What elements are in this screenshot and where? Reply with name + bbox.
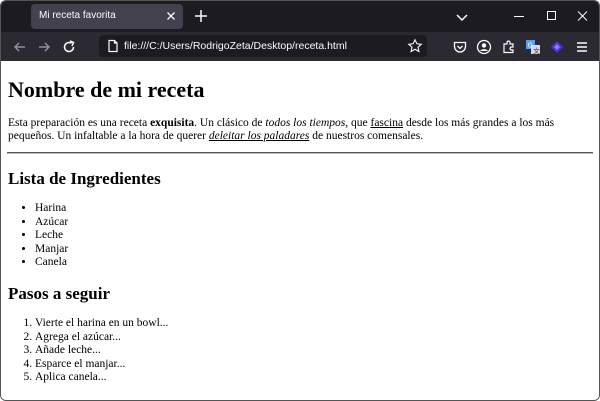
list-item: Azúcar bbox=[35, 216, 68, 230]
list-item: Leche bbox=[35, 229, 68, 243]
steps-list: Vierte el harina en un bowl... Agrega el… bbox=[1, 317, 168, 385]
intro-italic: todos los tiempos bbox=[265, 117, 346, 129]
list-item: Vierte el harina en un bowl... bbox=[35, 317, 168, 331]
minimize-icon[interactable] bbox=[501, 1, 537, 32]
ingredients-list: Harina Azúcar Leche Manjar Canela bbox=[1, 202, 68, 270]
extension-shape-icon[interactable] bbox=[548, 38, 566, 56]
tab-mi-receta[interactable]: Mi receta favorita bbox=[31, 4, 183, 29]
back-arrow-icon[interactable] bbox=[11, 38, 29, 56]
pocket-icon[interactable] bbox=[451, 38, 469, 56]
browser-window: Mi receta favorita file:///C:/Users/Rodr… bbox=[0, 0, 600, 401]
list-item: Añade leche... bbox=[35, 344, 168, 358]
forward-arrow-icon[interactable] bbox=[35, 38, 53, 56]
translate-icon[interactable]: G文 bbox=[524, 38, 542, 56]
url-text[interactable]: file:///C:/Users/RodrigoZeta/Desktop/rec… bbox=[124, 40, 347, 52]
svg-text:文: 文 bbox=[533, 46, 540, 55]
bookmark-star-icon[interactable] bbox=[407, 38, 423, 54]
horizontal-rule bbox=[7, 152, 593, 154]
page-content: Nombre de mi receta Esta preparación es … bbox=[1, 61, 599, 400]
tab-bar: Mi receta favorita bbox=[1, 1, 599, 32]
close-window-icon[interactable] bbox=[565, 1, 599, 32]
intro-bold: exquisita bbox=[150, 117, 195, 129]
intro-text: de nuestros comensales. bbox=[309, 130, 424, 142]
menu-hamburger-icon[interactable] bbox=[573, 38, 591, 56]
new-tab-icon[interactable] bbox=[192, 7, 210, 25]
extensions-icon[interactable] bbox=[500, 38, 518, 56]
list-item: Agrega el azúcar... bbox=[35, 331, 168, 345]
close-tab-icon[interactable] bbox=[163, 8, 179, 24]
steps-heading: Pasos a seguir bbox=[8, 284, 110, 303]
intro-paragraph: Esta preparación es una receta exquisita… bbox=[8, 117, 596, 143]
address-bar[interactable]: file:///C:/Users/RodrigoZeta/Desktop/rec… bbox=[99, 35, 427, 57]
page-title: Nombre de mi receta bbox=[8, 77, 205, 102]
reload-icon[interactable] bbox=[60, 38, 78, 56]
list-item: Aplica canela... bbox=[35, 371, 168, 385]
list-item: Canela bbox=[35, 256, 68, 270]
intro-text: . Un clásico de bbox=[194, 117, 266, 129]
list-item: Harina bbox=[35, 202, 68, 216]
navigation-bar: file:///C:/Users/RodrigoZeta/Desktop/rec… bbox=[1, 32, 599, 61]
intro-text: Esta preparación es una receta bbox=[8, 117, 151, 129]
list-item: Esparce el manjar... bbox=[35, 358, 168, 372]
intro-underlined: fascina bbox=[370, 117, 404, 129]
list-all-tabs-icon[interactable] bbox=[453, 8, 471, 26]
intro-italic-underlined: deleitar los paladares bbox=[208, 130, 310, 142]
account-icon[interactable] bbox=[475, 38, 493, 56]
list-item: Manjar bbox=[35, 243, 68, 257]
file-page-icon bbox=[106, 39, 120, 53]
intro-text: , que bbox=[345, 117, 371, 129]
ingredients-heading: Lista de Ingredientes bbox=[8, 169, 161, 188]
tab-title: Mi receta favorita bbox=[39, 10, 116, 21]
